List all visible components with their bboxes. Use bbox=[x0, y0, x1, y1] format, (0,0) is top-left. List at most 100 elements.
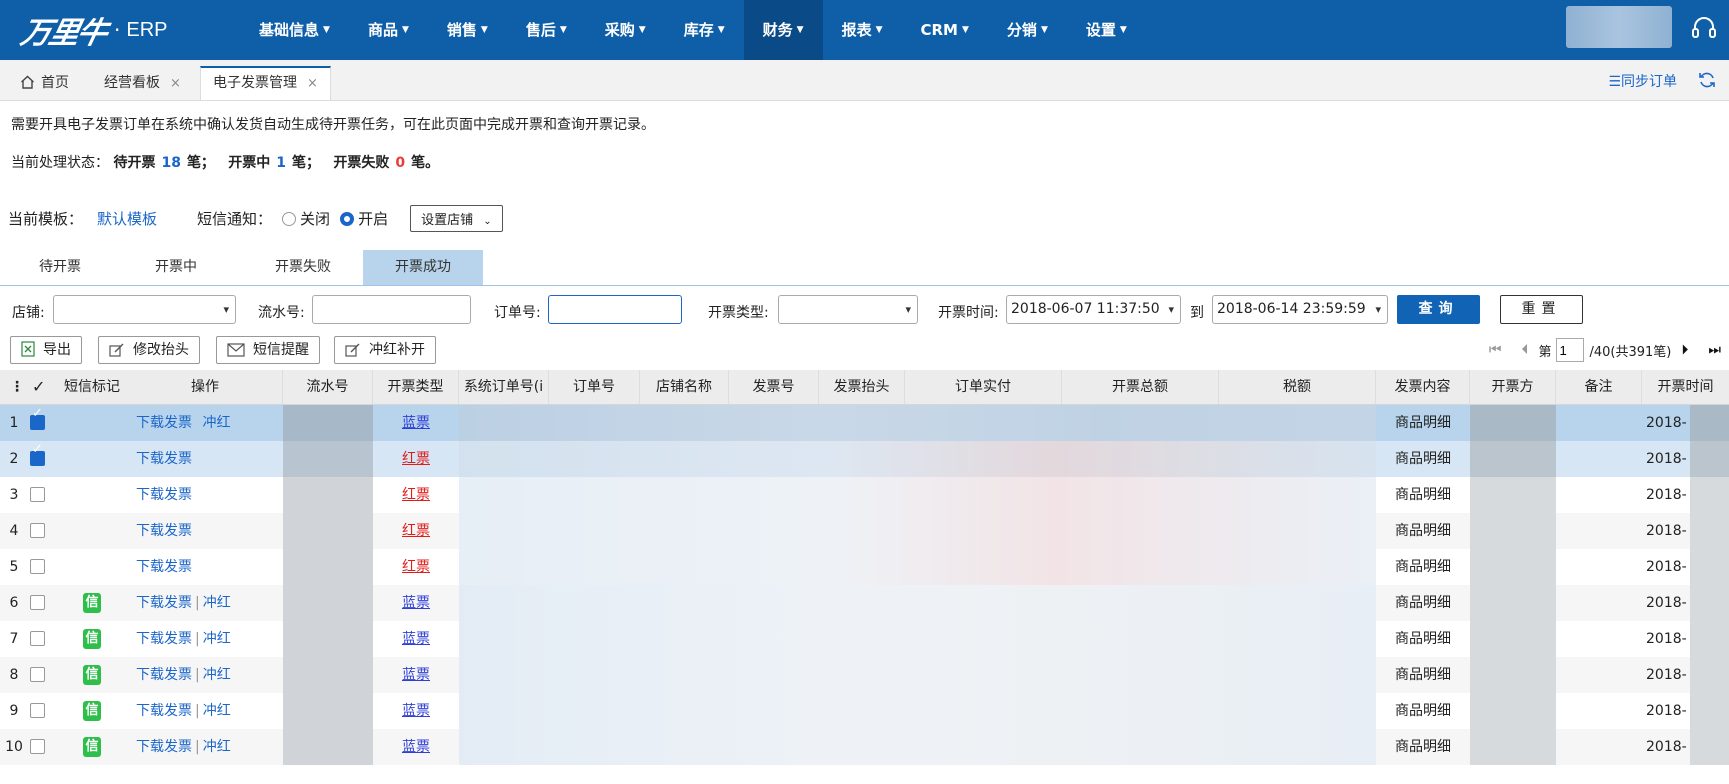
nav-inventory[interactable]: 库存 ▼ bbox=[665, 0, 744, 60]
table-row[interactable]: 1 下载发票 冲红 蓝票 商品明细 2018- bbox=[0, 405, 1729, 441]
reverse-invoice-link[interactable]: 冲红 bbox=[203, 703, 231, 719]
shop-select[interactable]: ▾ bbox=[53, 295, 236, 324]
sms-remind-button[interactable]: 短信提醒 bbox=[216, 336, 320, 364]
nav-basic-info[interactable]: 基础信息 ▼ bbox=[240, 0, 349, 60]
column-menu-icon[interactable]: ⋮ bbox=[10, 370, 24, 404]
serial-input[interactable] bbox=[312, 295, 471, 324]
download-invoice-link[interactable]: 下载发票 bbox=[136, 451, 192, 467]
col-invoice-time: 开票时间 bbox=[1657, 379, 1714, 395]
erp-logo[interactable]: 万里牛 · ERP bbox=[18, 10, 168, 51]
reset-button[interactable]: 重置 bbox=[1500, 295, 1583, 324]
nav-goods[interactable]: 商品 ▼ bbox=[349, 0, 428, 60]
time-from-select[interactable]: 2018-06-07 11:37:50 ▾ bbox=[1006, 295, 1181, 324]
download-invoice-link[interactable]: 下载发票 bbox=[136, 631, 192, 647]
reverse-invoice-link[interactable]: 冲红 bbox=[203, 739, 231, 755]
export-button[interactable]: 导出 bbox=[10, 336, 82, 364]
next-page-icon[interactable]: ⏵ bbox=[1681, 342, 1688, 358]
row-checkbox[interactable] bbox=[30, 667, 45, 682]
to-label: 到 bbox=[1190, 305, 1204, 321]
excel-icon bbox=[21, 341, 35, 357]
reverse-invoice-link[interactable]: 冲红 bbox=[203, 631, 231, 647]
tab-issuing[interactable]: 开票中 bbox=[116, 250, 236, 285]
download-invoice-link[interactable]: 下载发票 bbox=[136, 595, 192, 611]
row-checkbox[interactable] bbox=[30, 595, 45, 610]
redacted-cells bbox=[459, 729, 1376, 765]
sync-orders-button[interactable]: ☰同步订单 bbox=[1608, 71, 1677, 91]
row-checkbox[interactable] bbox=[30, 559, 45, 574]
select-all-checkbox[interactable]: ✓ bbox=[32, 370, 45, 404]
order-input[interactable] bbox=[548, 295, 682, 324]
row-checkbox[interactable] bbox=[30, 631, 45, 646]
sms-on-radio[interactable] bbox=[340, 211, 355, 226]
close-icon[interactable]: × bbox=[307, 76, 318, 91]
last-page-icon[interactable]: ⏭ bbox=[1708, 342, 1721, 358]
tab-business-dashboard[interactable]: 经营看板 × bbox=[92, 66, 193, 100]
tab-pending[interactable]: 待开票 bbox=[0, 250, 120, 285]
user-avatar[interactable] bbox=[1566, 6, 1672, 48]
default-template-link[interactable]: 默认模板 bbox=[97, 208, 157, 229]
row-checkbox[interactable] bbox=[30, 406, 45, 430]
table-row[interactable]: 4 下载发票 红票 商品明细 2018- bbox=[0, 513, 1729, 549]
query-button[interactable]: 查询 bbox=[1397, 295, 1480, 324]
chevron-down-icon: ⌄ bbox=[483, 216, 492, 227]
redacted-cells bbox=[459, 477, 1376, 513]
invoice-content: 商品明细 bbox=[1395, 415, 1451, 431]
table-row[interactable]: 5 下载发票 红票 商品明细 2018- bbox=[0, 549, 1729, 585]
tab-failed[interactable]: 开票失败 bbox=[243, 250, 363, 285]
set-shop-dropdown[interactable]: 设置店铺 ⌄ bbox=[410, 205, 503, 232]
prev-page-icon[interactable]: ⏴ bbox=[1521, 342, 1528, 358]
nav-crm[interactable]: CRM ▼ bbox=[902, 0, 988, 60]
sms-off-radio[interactable] bbox=[282, 211, 297, 226]
download-invoice-link[interactable]: 下载发票 bbox=[136, 667, 192, 683]
nav-after-sales[interactable]: 售后 ▼ bbox=[507, 0, 586, 60]
row-number: 10 bbox=[5, 739, 23, 755]
modify-header-button[interactable]: 修改抬头 bbox=[98, 336, 200, 364]
download-invoice-link[interactable]: 下载发票 bbox=[136, 559, 192, 575]
table-row[interactable]: 6 信 下载发票 | 冲红 蓝票 商品明细 2018- bbox=[0, 585, 1729, 621]
row-actions: 下载发票 冲红 bbox=[136, 405, 230, 441]
col-invoice-content: 发票内容 bbox=[1376, 370, 1470, 404]
table-row[interactable]: 9 信 下载发票 | 冲红 蓝票 商品明细 2018- bbox=[0, 693, 1729, 729]
reverse-invoice-link[interactable]: 冲红 bbox=[202, 415, 230, 431]
nav-purchase[interactable]: 采购 ▼ bbox=[586, 0, 665, 60]
tab-e-invoice-management[interactable]: 电子发票管理 × bbox=[200, 66, 331, 100]
table-row[interactable]: 3 下载发票 红票 商品明细 2018- bbox=[0, 477, 1729, 513]
nav-settings[interactable]: 设置 ▼ bbox=[1067, 0, 1146, 60]
table-row[interactable]: 7 信 下载发票 | 冲红 蓝票 商品明细 2018- bbox=[0, 621, 1729, 657]
download-invoice-link[interactable]: 下载发票 bbox=[136, 739, 192, 755]
issuing-count: 1 bbox=[276, 155, 287, 171]
tab-success[interactable]: 开票成功 bbox=[363, 250, 483, 285]
time-to-select[interactable]: 2018-06-14 23:59:59 ▾ bbox=[1212, 295, 1388, 324]
reverse-invoice-link[interactable]: 冲红 bbox=[203, 667, 231, 683]
redacted-issuer bbox=[1470, 513, 1556, 549]
sms-off-label[interactable]: 关闭 bbox=[300, 208, 330, 229]
table-row[interactable]: 10 信 下载发票 | 冲红 蓝票 商品明细 2018- bbox=[0, 729, 1729, 765]
table-row[interactable]: 8 信 下载发票 | 冲红 蓝票 商品明细 2018- bbox=[0, 657, 1729, 693]
row-checkbox[interactable] bbox=[30, 487, 45, 502]
row-checkbox[interactable] bbox=[30, 739, 45, 754]
headset-icon[interactable] bbox=[1690, 14, 1718, 42]
nav-sales[interactable]: 销售 ▼ bbox=[428, 0, 507, 60]
row-checkbox[interactable] bbox=[30, 703, 45, 718]
page-input[interactable] bbox=[1555, 338, 1584, 362]
nav-label: 库存 bbox=[683, 21, 714, 39]
refresh-icon[interactable] bbox=[1697, 70, 1717, 90]
redacted-issuer bbox=[1470, 441, 1556, 477]
nav-finance[interactable]: 财务 ▼ bbox=[743, 0, 823, 60]
reverse-invoice-link[interactable]: 冲红 bbox=[203, 595, 231, 611]
row-checkbox[interactable] bbox=[30, 442, 45, 466]
nav-distribution[interactable]: 分销 ▼ bbox=[988, 0, 1067, 60]
tab-home[interactable]: 首页 bbox=[8, 66, 81, 100]
download-invoice-link[interactable]: 下载发票 bbox=[136, 523, 192, 539]
row-checkbox[interactable] bbox=[30, 523, 45, 538]
red-reissue-button[interactable]: 冲红补开 bbox=[334, 336, 436, 364]
download-invoice-link[interactable]: 下载发票 bbox=[136, 415, 192, 431]
invoice-type-select[interactable]: ▾ bbox=[778, 295, 918, 324]
download-invoice-link[interactable]: 下载发票 bbox=[136, 487, 192, 503]
close-icon[interactable]: × bbox=[170, 76, 181, 91]
first-page-icon[interactable]: ⏮ bbox=[1489, 342, 1502, 358]
download-invoice-link[interactable]: 下载发票 bbox=[136, 703, 192, 719]
nav-reports[interactable]: 报表 ▼ bbox=[823, 0, 902, 60]
table-row[interactable]: 2 下载发票 红票 商品明细 2018- bbox=[0, 441, 1729, 477]
sms-on-label[interactable]: 开启 bbox=[358, 208, 388, 229]
